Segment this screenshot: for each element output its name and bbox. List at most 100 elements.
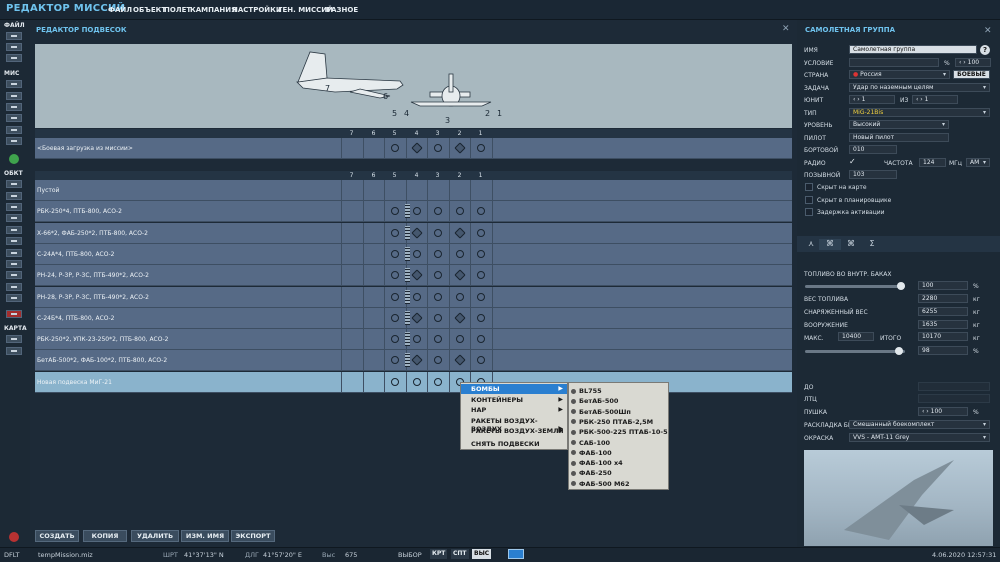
store-icon[interactable] xyxy=(391,356,399,365)
store-icon[interactable] xyxy=(411,226,423,239)
store-icon[interactable] xyxy=(434,292,442,301)
zone-icon[interactable] xyxy=(6,237,22,245)
menu-item-remove-stores[interactable]: СНЯТЬ ПОДВЕСКИ xyxy=(471,440,540,448)
store-icon[interactable] xyxy=(477,207,485,216)
resources-icon[interactable] xyxy=(6,126,22,134)
fuel-tank-icon[interactable] xyxy=(405,204,410,219)
store-icon[interactable] xyxy=(456,207,464,216)
submenu-item[interactable]: ФАБ-100 x4 xyxy=(579,459,623,467)
store-icon[interactable] xyxy=(434,249,442,258)
store-icon[interactable] xyxy=(477,292,485,301)
store-icon[interactable] xyxy=(477,144,485,152)
rename-button[interactable]: ИЗМ. ИМЯ xyxy=(181,530,229,542)
fuel-tank-icon[interactable] xyxy=(405,225,410,240)
create-button[interactable]: СОЗДАТЬ xyxy=(35,530,79,542)
store-icon[interactable] xyxy=(391,207,399,216)
fuel-pct-input[interactable]: 100 xyxy=(918,281,968,290)
hidden-on-map-checkbox[interactable] xyxy=(805,183,813,191)
copy-button[interactable]: КОПИЯ xyxy=(83,530,127,542)
menu-item-agm[interactable]: РАКЕТЫ ВОЗДУХ-ЗЕМЛЯ ▶ xyxy=(471,427,567,435)
store-icon[interactable] xyxy=(413,249,421,258)
loadout-row[interactable]: Пустой xyxy=(35,180,792,201)
loadout-row[interactable]: С-24Б*4, ПТБ-800, АСО-2 xyxy=(35,307,792,329)
delete-button[interactable]: УДАЛИТЬ xyxy=(131,530,179,542)
height-mode-button[interactable]: ВЫС xyxy=(472,549,492,559)
probability-stepper[interactable]: ‹ › 100 xyxy=(955,58,991,67)
help-icon[interactable]: ? xyxy=(980,45,990,55)
menu-flight[interactable]: ПОЛЕТ xyxy=(164,6,191,14)
loadout-row[interactable]: РБК-250*2, УПК-23-250*2, ПТБ-800, АСО-2 xyxy=(35,329,792,351)
loadout-row[interactable]: Новая подвеска МиГ-21 xyxy=(35,371,792,393)
close-icon[interactable]: ✕ xyxy=(984,26,992,36)
hidden-in-planner-checkbox[interactable] xyxy=(805,196,813,204)
menu-item-containers[interactable]: КОНТЕЙНЕРЫ ▶ xyxy=(471,396,567,404)
fuel-slider-handle[interactable] xyxy=(897,282,905,290)
store-icon[interactable] xyxy=(477,228,485,237)
fly-icon[interactable] xyxy=(9,154,19,164)
store-icon[interactable] xyxy=(411,269,423,281)
paint-select[interactable]: VVS - AMT-11 Grey xyxy=(849,433,990,442)
store-icon[interactable] xyxy=(391,377,399,386)
template-icon[interactable] xyxy=(6,260,22,268)
tab-summary-icon[interactable]: Σ xyxy=(861,239,883,250)
do-stepper[interactable] xyxy=(918,382,990,391)
store-icon[interactable] xyxy=(454,312,466,324)
type-select[interactable]: MiG-21Bis xyxy=(849,108,990,117)
tab-targets-icon[interactable]: ⌘ xyxy=(840,239,862,250)
store-icon[interactable] xyxy=(411,312,423,324)
ruler-icon[interactable] xyxy=(6,283,22,291)
helicopter-icon[interactable] xyxy=(6,192,22,200)
country-select[interactable]: ● Россия xyxy=(849,70,950,79)
store-icon[interactable] xyxy=(413,377,421,386)
exit-icon[interactable] xyxy=(9,532,19,542)
triggers-icon[interactable] xyxy=(6,114,22,122)
frequency-input[interactable]: 124 xyxy=(919,158,946,167)
store-icon[interactable] xyxy=(456,292,464,301)
submenu-item[interactable]: ФАБ-500 М62 xyxy=(579,480,629,488)
store-icon[interactable] xyxy=(391,335,399,344)
submenu-item[interactable]: РБК-250 ПТАБ-2,5М xyxy=(579,418,653,426)
store-icon[interactable] xyxy=(434,377,442,386)
new-file-icon[interactable] xyxy=(6,32,22,40)
combat-button[interactable]: БОЕВЫЕ xyxy=(953,70,990,79)
satellite-mode-button[interactable]: СПТ xyxy=(451,549,469,559)
store-icon[interactable] xyxy=(434,271,442,280)
close-icon[interactable]: ✕ xyxy=(782,24,790,34)
briefing-icon[interactable] xyxy=(6,103,22,111)
store-icon[interactable] xyxy=(411,354,423,367)
map-key-icon[interactable] xyxy=(6,335,22,343)
board-input[interactable]: 010 xyxy=(849,145,897,154)
loadout-row[interactable]: РН-28, Р-3Р, Р-3С, ПТБ-490*2, АСО-2 xyxy=(35,286,792,308)
pilot-input[interactable]: Новый пилот xyxy=(849,133,949,142)
store-icon[interactable] xyxy=(434,228,442,237)
loadout-row[interactable]: РБК-250*4, ПТБ-800, АСО-2 xyxy=(35,201,792,223)
loadout-row[interactable]: С-24А*4, ПТБ-800, АСО-2 xyxy=(35,243,792,265)
airbase-icon[interactable] xyxy=(6,271,22,279)
submenu-item[interactable]: BL755 xyxy=(579,387,602,395)
store-icon[interactable] xyxy=(477,356,485,365)
check-icon[interactable] xyxy=(6,137,22,145)
late-activation-checkbox[interactable] xyxy=(805,208,813,216)
save-file-icon[interactable] xyxy=(6,54,22,62)
store-icon[interactable] xyxy=(413,292,421,301)
menu-item-rockets[interactable]: НАР ▶ xyxy=(471,406,567,414)
menu-settings[interactable]: НАСТРОЙКИ xyxy=(232,6,282,14)
store-icon[interactable] xyxy=(434,207,442,216)
name-input[interactable]: Самолетная группа xyxy=(849,45,977,54)
store-icon[interactable] xyxy=(477,335,485,344)
submenu-item[interactable]: РБК-500-225 ПТАБ-10-5 xyxy=(579,428,668,436)
delete-icon[interactable] xyxy=(6,310,22,318)
task-select[interactable]: Удар по наземным целям xyxy=(849,83,990,92)
store-icon[interactable] xyxy=(454,354,466,367)
loadout-row[interactable]: БетАБ-500*2, ФАБ-100*2, ПТБ-800, АСО-2 xyxy=(35,350,792,372)
store-icon[interactable] xyxy=(434,144,442,152)
fuel-tank-icon[interactable] xyxy=(405,332,410,347)
store-icon[interactable] xyxy=(477,249,485,258)
submenu-item[interactable]: БетАБ-500 xyxy=(579,397,618,405)
store-icon[interactable] xyxy=(391,144,399,152)
submenu-item[interactable]: БетАБ-500Шп xyxy=(579,408,631,416)
store-icon[interactable] xyxy=(454,269,466,281)
store-icon[interactable] xyxy=(391,292,399,301)
static-icon[interactable] xyxy=(6,226,22,234)
export-button[interactable]: ЭКСПОРТ xyxy=(231,530,275,542)
